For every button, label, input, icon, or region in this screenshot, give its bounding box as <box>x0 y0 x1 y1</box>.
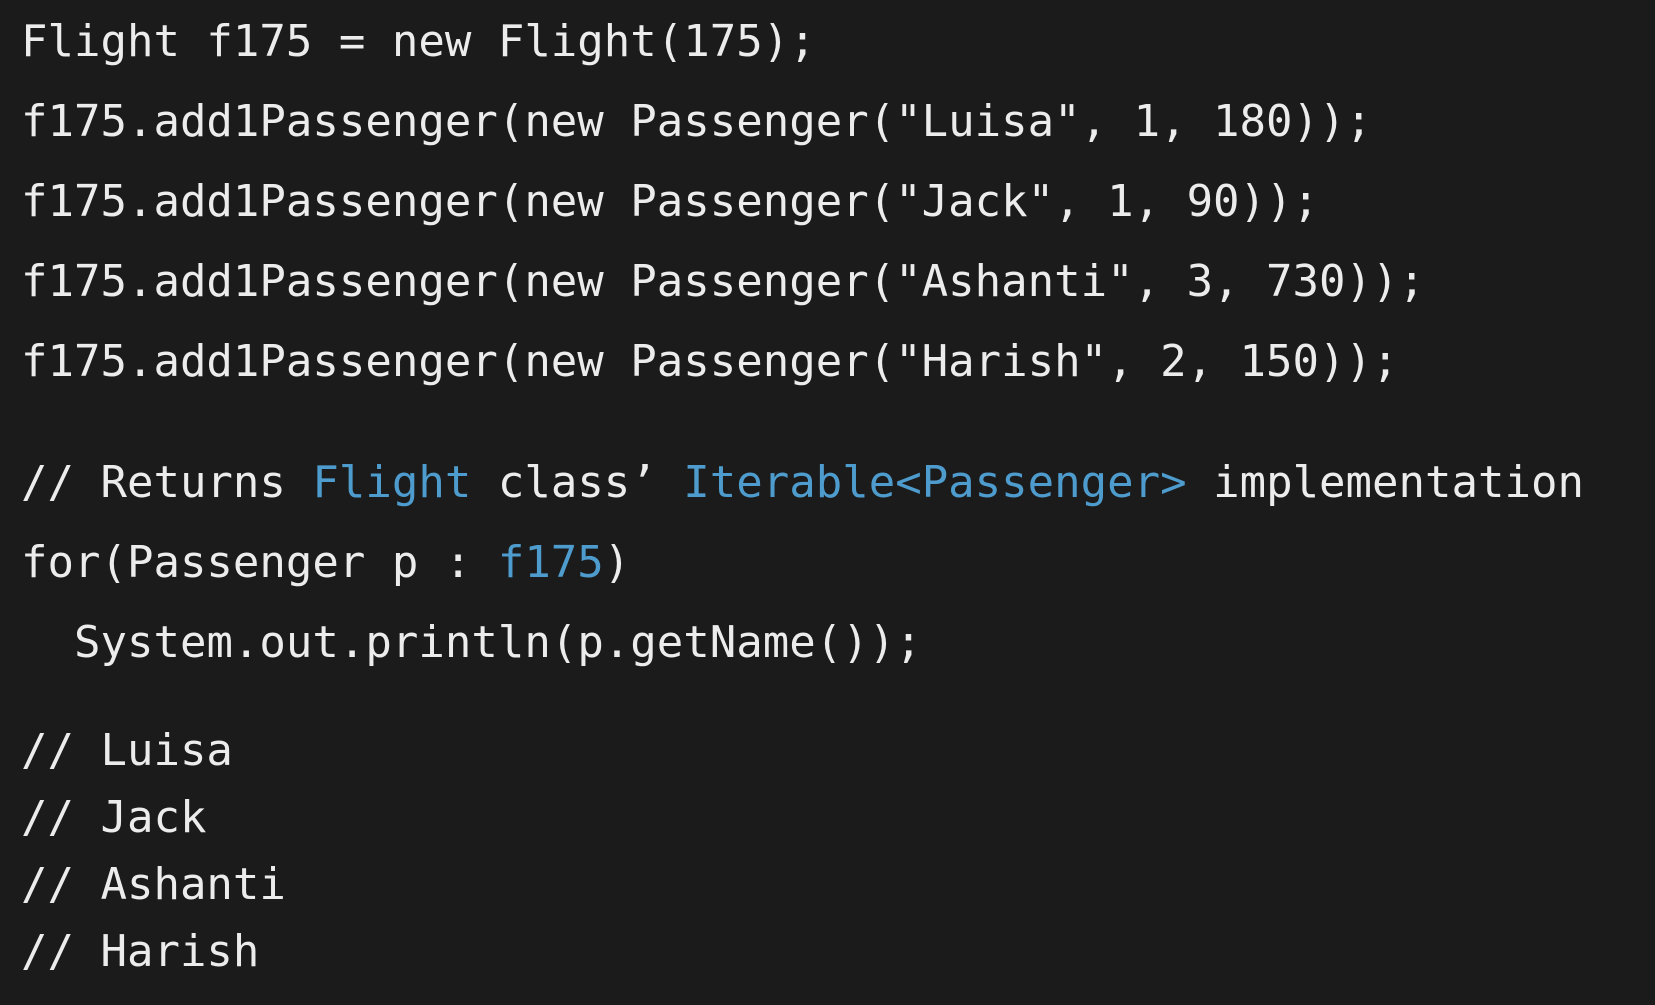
code-line-flight-declaration: Flight f175 = new Flight(175); <box>21 16 816 67</box>
code-line-add-passenger-harish: f175.add1Passenger(new Passenger("Harish… <box>21 336 1399 387</box>
code-line-for-loop: for(Passenger p : f175) <box>21 535 630 591</box>
comment-text-class: class’ <box>471 457 684 508</box>
comment-highlight-iterable: Iterable<Passenger> <box>683 457 1187 508</box>
output-line-luisa: // Luisa <box>21 725 233 776</box>
output-line-harish: // Harish <box>21 926 260 977</box>
comment-text-returns: // Returns <box>21 457 313 508</box>
code-line-add-passenger-jack: f175.add1Passenger(new Passenger("Jack",… <box>21 176 1320 227</box>
output-line-jack: // Jack <box>21 792 207 843</box>
code-line-add-passenger-luisa: f175.add1Passenger(new Passenger("Luisa"… <box>21 96 1373 147</box>
for-loop-prefix: for(Passenger p : <box>21 537 498 588</box>
for-loop-suffix: ) <box>603 537 631 588</box>
comment-text-implementation: implementation <box>1186 457 1584 508</box>
code-line-add-passenger-ashanti: f175.add1Passenger(new Passenger("Ashant… <box>21 256 1425 307</box>
comment-highlight-flight: Flight <box>312 457 472 508</box>
output-line-ashanti: // Ashanti <box>21 859 286 910</box>
for-loop-highlight-f175: f175 <box>497 537 604 588</box>
code-panel: Flight f175 = new Flight(175); f175.add1… <box>0 0 1655 1005</box>
code-line-comment-returns: // Returns Flight class’ Iterable<Passen… <box>21 455 1584 511</box>
code-line-println: System.out.println(p.getName()); <box>74 617 922 668</box>
